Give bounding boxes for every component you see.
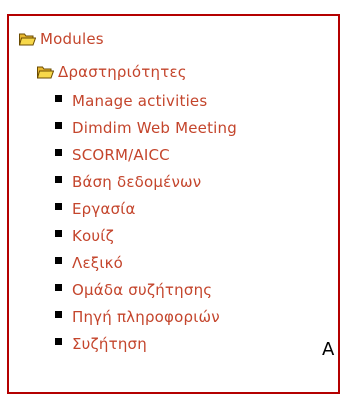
module-item[interactable]: Πηγή πληροφοριών — [55, 308, 220, 326]
bullet-icon — [55, 337, 62, 345]
module-item[interactable]: Συζήτηση — [55, 335, 147, 353]
tree-category-activities[interactable]: Δραστηριότητες — [37, 63, 187, 81]
module-item-label[interactable]: Εργασία — [72, 200, 136, 218]
bullet-icon — [55, 256, 62, 264]
module-item-label[interactable]: Λεξικό — [72, 254, 123, 272]
bullet-icon — [55, 283, 62, 291]
module-item-label[interactable]: Κουίζ — [72, 227, 114, 245]
module-item-label[interactable]: Ομάδα συζήτησης — [72, 281, 212, 299]
bullet-icon — [55, 148, 62, 156]
tree-root-label[interactable]: Modules — [40, 30, 104, 48]
bullet-icon — [55, 310, 62, 318]
bullet-icon — [55, 229, 62, 237]
folder-open-icon — [19, 33, 36, 46]
module-item-label[interactable]: Βάση δεδομένων — [72, 173, 201, 191]
module-item[interactable]: Dimdim Web Meeting — [55, 119, 237, 137]
module-item-label[interactable]: Manage activities — [72, 92, 207, 110]
module-item[interactable]: Manage activities — [55, 92, 207, 110]
module-item[interactable]: SCORM/AICC — [55, 146, 170, 164]
module-item[interactable]: Ομάδα συζήτησης — [55, 281, 212, 299]
bullet-icon — [55, 94, 62, 102]
module-item-label[interactable]: Συζήτηση — [72, 335, 147, 353]
bullet-icon — [55, 202, 62, 210]
stray-text: A — [322, 339, 335, 360]
module-item[interactable]: Βάση δεδομένων — [55, 173, 201, 191]
tree-root-modules[interactable]: Modules — [19, 30, 104, 48]
module-item[interactable]: Εργασία — [55, 200, 136, 218]
modules-tree-panel: Modules Δραστηριότητες Manage activities… — [7, 14, 340, 394]
tree-category-label[interactable]: Δραστηριότητες — [58, 63, 187, 81]
bullet-icon — [55, 175, 62, 183]
module-item[interactable]: Κουίζ — [55, 227, 114, 245]
module-item-label[interactable]: SCORM/AICC — [72, 146, 170, 164]
bullet-icon — [55, 121, 62, 129]
module-item[interactable]: Λεξικό — [55, 254, 123, 272]
folder-open-icon — [37, 66, 54, 79]
module-item-label[interactable]: Πηγή πληροφοριών — [72, 308, 220, 326]
module-item-label[interactable]: Dimdim Web Meeting — [72, 119, 237, 137]
